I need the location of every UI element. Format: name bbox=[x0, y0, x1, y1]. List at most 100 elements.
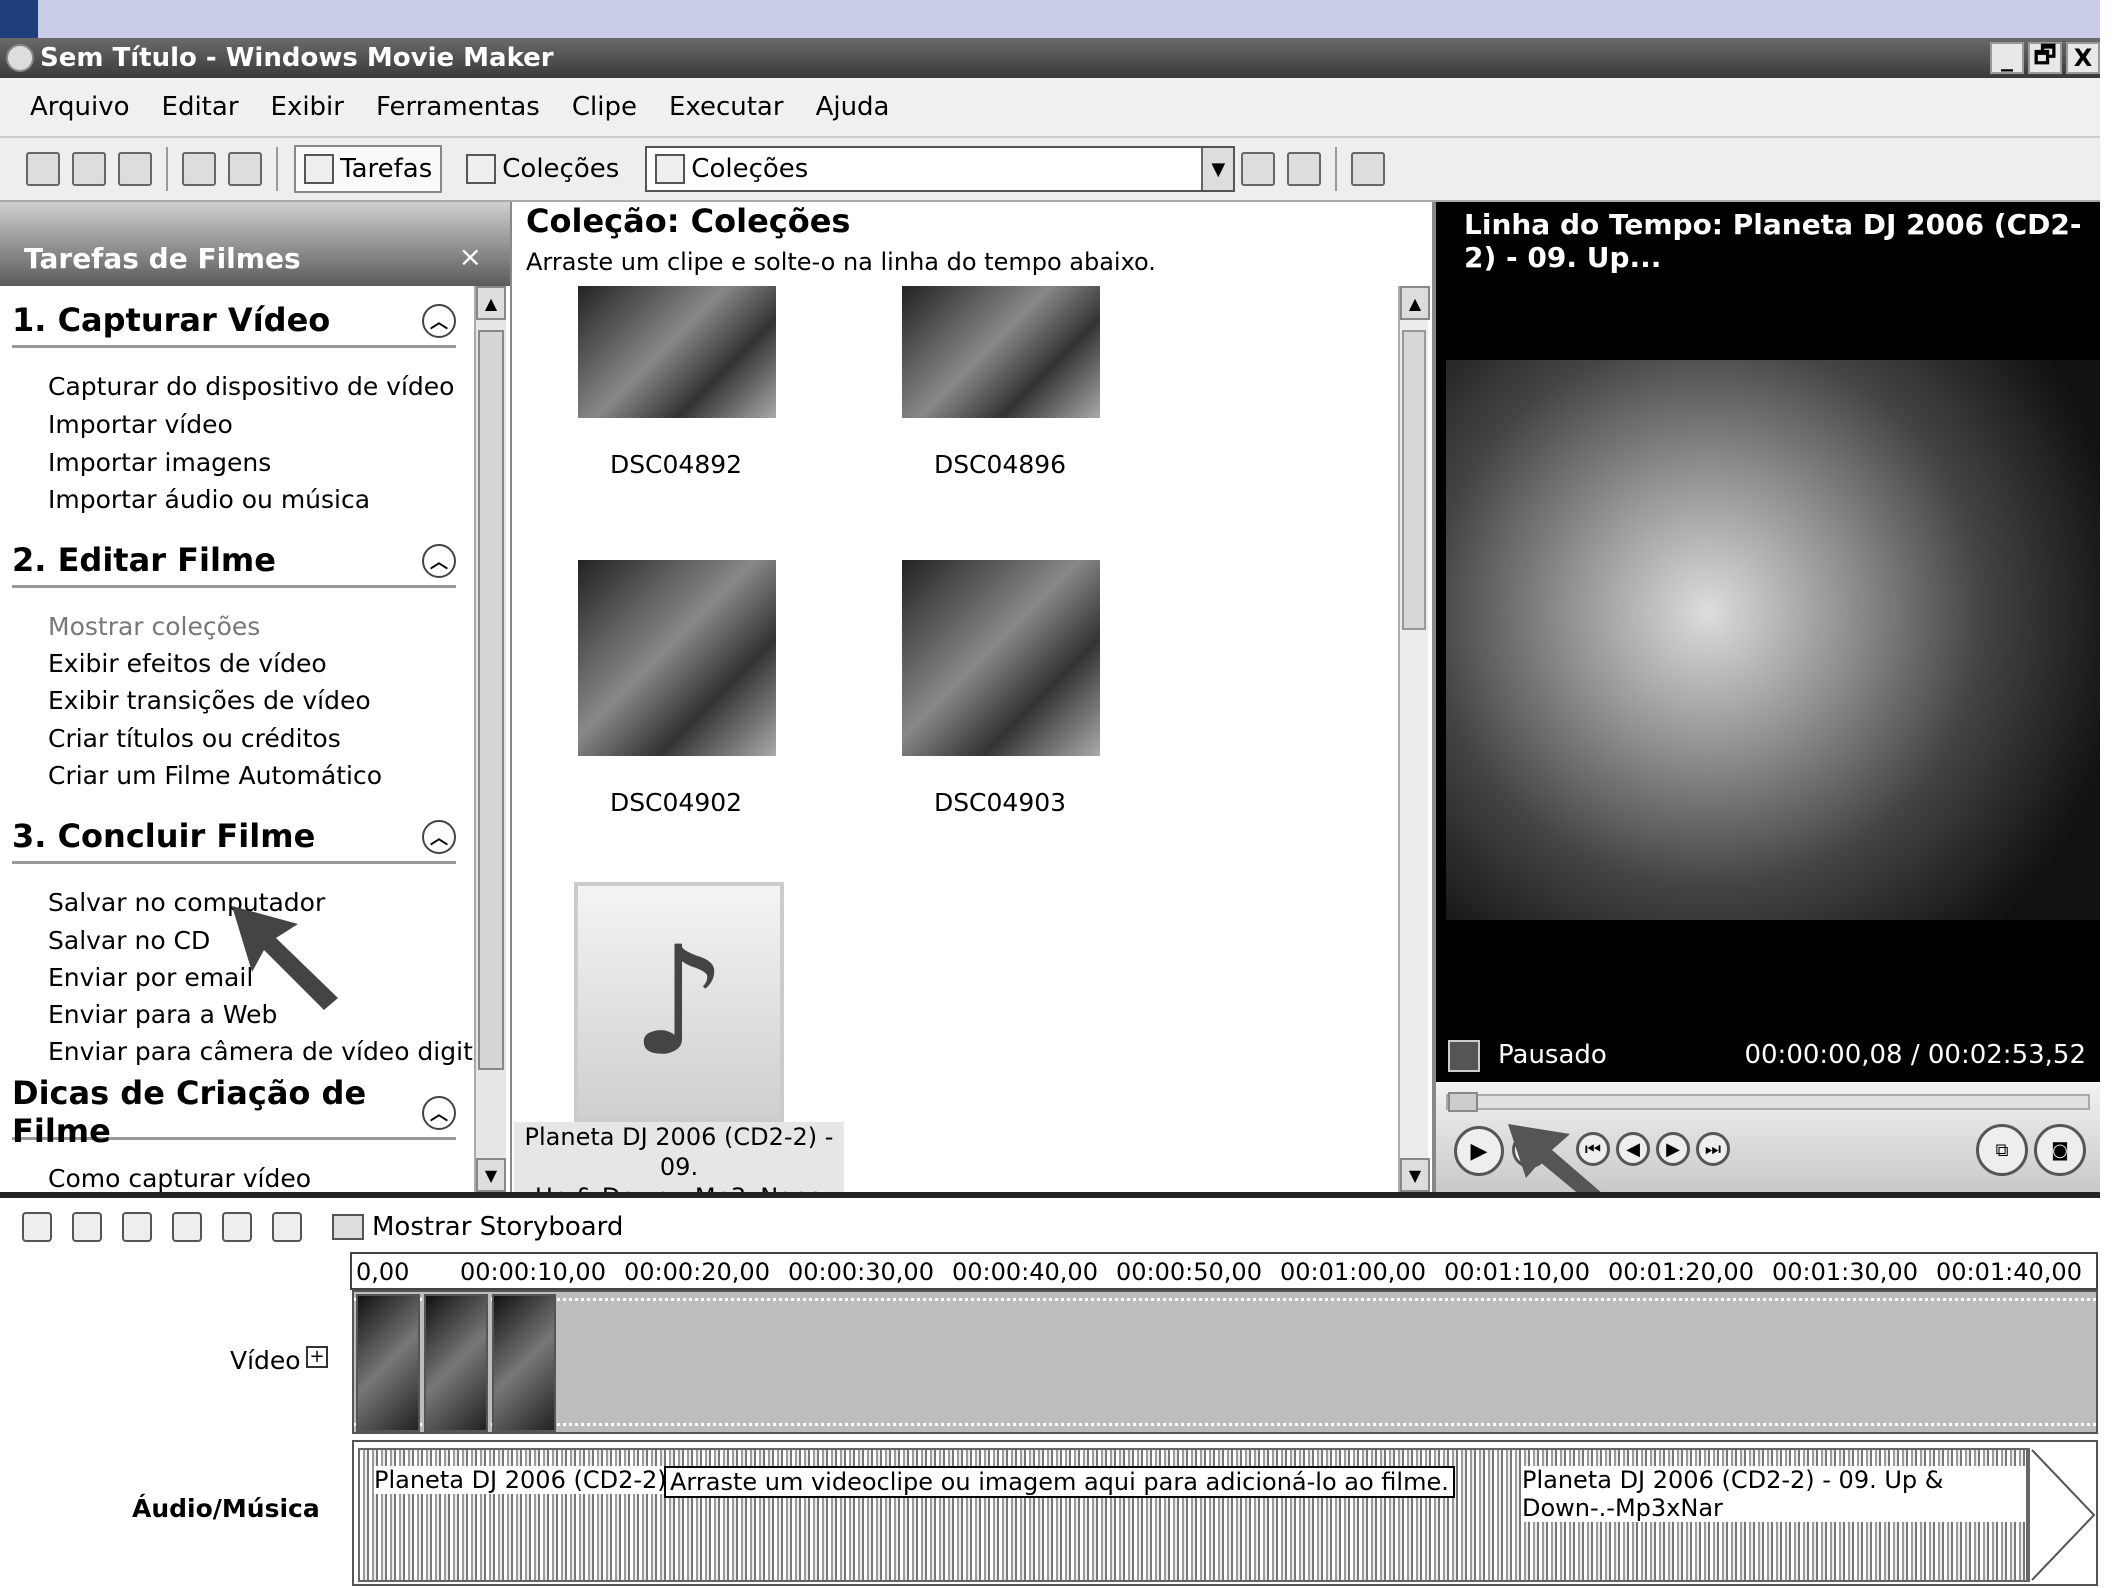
tasks-button[interactable]: Tarefas bbox=[294, 145, 443, 193]
toolbar-separator bbox=[166, 147, 168, 191]
scroll-down-icon[interactable]: ▼ bbox=[1400, 1158, 1430, 1192]
close-button[interactable]: X bbox=[2066, 42, 2100, 74]
collections-combo[interactable]: Coleções ▼ bbox=[645, 146, 1236, 192]
play-timeline-icon[interactable] bbox=[272, 1212, 302, 1242]
menu-executar[interactable]: Executar bbox=[669, 92, 784, 122]
preview-monitor: Linha do Tempo: Planeta DJ 2006 (CD2-2) … bbox=[1432, 202, 2100, 1210]
playback-time: 00:00:00,08 / 00:02:53,52 bbox=[1744, 1040, 2086, 1070]
minimize-button[interactable]: _ bbox=[1990, 42, 2024, 74]
collection-scrollbar[interactable]: ▲ ▼ bbox=[1398, 286, 1430, 1192]
scroll-up-icon[interactable]: ▲ bbox=[476, 286, 506, 320]
zoom-out-icon[interactable] bbox=[172, 1212, 202, 1242]
split-clip-icon[interactable]: ⧉ bbox=[1976, 1124, 2028, 1176]
collection-title: Coleção: Coleções bbox=[526, 202, 851, 240]
collections-button[interactable]: Coleções bbox=[458, 145, 627, 193]
task-capture-device[interactable]: Capturar do dispositivo de vídeo bbox=[48, 372, 454, 401]
video-clip[interactable] bbox=[492, 1294, 556, 1432]
section-capture-heading[interactable]: 1. Capturar Vídeo ︿ bbox=[12, 294, 456, 348]
up-level-icon[interactable] bbox=[1241, 152, 1276, 186]
video-track-label: Vídeo bbox=[230, 1346, 301, 1375]
music-note-icon[interactable]: ♪ bbox=[574, 882, 784, 1122]
step-forward-icon[interactable]: ▶ bbox=[1656, 1132, 1690, 1166]
track-dotted-border bbox=[354, 1298, 2096, 1301]
new-project-icon[interactable] bbox=[26, 152, 60, 186]
clip-thumbnail[interactable] bbox=[578, 560, 776, 756]
zoom-in-icon[interactable] bbox=[122, 1212, 152, 1242]
playback-status: Pausado bbox=[1498, 1040, 1607, 1070]
next-frame-icon[interactable]: ⏭ bbox=[1696, 1132, 1730, 1166]
music-clip-label[interactable]: Planeta DJ 2006 (CD2-2) - 09. Up & Down-… bbox=[514, 1122, 844, 1192]
clip-label[interactable]: DSC04903 bbox=[870, 788, 1130, 817]
scroll-up-icon[interactable]: ▲ bbox=[1400, 286, 1430, 320]
clip-thumbnail[interactable] bbox=[902, 286, 1100, 418]
ruler-tick: 00:00:20,00 bbox=[624, 1258, 770, 1286]
menu-clipe[interactable]: Clipe bbox=[572, 92, 637, 122]
menu-exibir[interactable]: Exibir bbox=[271, 92, 344, 122]
collapse-icon[interactable]: ︿ bbox=[422, 544, 456, 578]
collapse-icon[interactable]: ︿ bbox=[422, 1096, 456, 1130]
video-track[interactable] bbox=[352, 1290, 2098, 1434]
collapse-icon[interactable]: ︿ bbox=[422, 820, 456, 854]
scrollbar-thumb[interactable] bbox=[1402, 330, 1426, 630]
open-project-icon[interactable] bbox=[72, 152, 106, 186]
save-project-icon[interactable] bbox=[118, 152, 152, 186]
clip-thumbnail[interactable] bbox=[578, 286, 776, 418]
audio-track-label: Áudio/Música bbox=[132, 1494, 320, 1523]
task-save-cd[interactable]: Salvar no CD bbox=[48, 926, 210, 955]
audio-clip-waveform[interactable]: Planeta DJ 2006 (CD2-2) - 09 Planeta DJ … bbox=[358, 1448, 2028, 1582]
task-import-images[interactable]: Importar imagens bbox=[48, 448, 271, 477]
preview-title: Linha do Tempo: Planeta DJ 2006 (CD2-2) … bbox=[1464, 208, 2082, 274]
show-storyboard-label: Mostrar Storyboard bbox=[372, 1212, 624, 1242]
corner-box bbox=[0, 0, 38, 38]
clip-label[interactable]: DSC04896 bbox=[870, 450, 1130, 479]
clip-label[interactable]: DSC04892 bbox=[546, 450, 806, 479]
menu-ajuda[interactable]: Ajuda bbox=[816, 92, 890, 122]
expand-icon[interactable]: + bbox=[306, 1346, 328, 1368]
task-send-dv-camera[interactable]: Enviar para câmera de vídeo digital bbox=[48, 1037, 495, 1066]
menu-editar[interactable]: Editar bbox=[162, 92, 239, 122]
task-send-email[interactable]: Enviar por email bbox=[48, 963, 253, 992]
clip-label[interactable]: DSC04902 bbox=[546, 788, 806, 817]
ruler-tick: 00:01:30,00 bbox=[1772, 1258, 1918, 1286]
task-import-audio[interactable]: Importar áudio ou música bbox=[48, 485, 370, 514]
section-edit-heading[interactable]: 2. Editar Filme ︿ bbox=[12, 534, 456, 588]
chevron-down-icon[interactable]: ▼ bbox=[1201, 148, 1234, 190]
scroll-down-icon[interactable]: ▼ bbox=[476, 1158, 506, 1192]
task-titles-credits[interactable]: Criar títulos ou créditos bbox=[48, 724, 341, 753]
storyboard-icon bbox=[332, 1214, 364, 1240]
task-video-transitions[interactable]: Exibir transições de vídeo bbox=[48, 686, 371, 715]
task-import-video[interactable]: Importar vídeo bbox=[48, 410, 233, 439]
clip-thumbnail[interactable] bbox=[902, 560, 1100, 756]
seek-bar[interactable] bbox=[1446, 1092, 2090, 1112]
video-clip[interactable] bbox=[424, 1294, 488, 1432]
step-back-icon[interactable]: ◀ bbox=[1616, 1132, 1650, 1166]
collapse-icon[interactable]: ︿ bbox=[422, 304, 456, 338]
section-finish-heading[interactable]: 3. Concluir Filme ︿ bbox=[12, 810, 456, 864]
set-audio-levels-icon[interactable] bbox=[22, 1212, 52, 1242]
task-how-capture[interactable]: Como capturar vídeo bbox=[48, 1164, 311, 1192]
menu-ferramentas[interactable]: Ferramentas bbox=[376, 92, 540, 122]
snapshot-camera-icon[interactable]: ◙ bbox=[2034, 1124, 2086, 1176]
new-collection-icon[interactable] bbox=[1287, 152, 1322, 186]
task-automovie[interactable]: Criar um Filme Automático bbox=[48, 761, 382, 790]
narrate-microphone-icon[interactable] bbox=[72, 1212, 102, 1242]
scrollbar-thumb[interactable] bbox=[478, 330, 504, 1070]
undo-icon[interactable] bbox=[182, 152, 216, 186]
tasks-scrollbar[interactable]: ▲ ▼ bbox=[474, 286, 506, 1192]
rewind-timeline-icon[interactable] bbox=[222, 1212, 252, 1242]
close-icon[interactable]: × bbox=[459, 240, 482, 273]
views-icon[interactable] bbox=[1351, 152, 1386, 186]
collections-label: Coleções bbox=[502, 154, 620, 184]
menu-arquivo[interactable]: Arquivo bbox=[30, 92, 130, 122]
task-video-effects[interactable]: Exibir efeitos de vídeo bbox=[48, 649, 327, 678]
audio-track[interactable]: Planeta DJ 2006 (CD2-2) - 09 Planeta DJ … bbox=[352, 1440, 2098, 1586]
redo-icon[interactable] bbox=[228, 152, 262, 186]
play-icon[interactable]: ▶ bbox=[1454, 1126, 1504, 1176]
timeline-ruler[interactable]: 0,00 00:00:10,00 00:00:20,00 00:00:30,00… bbox=[350, 1252, 2098, 1290]
section-tips-heading[interactable]: Dicas de Criação de Filme ︿ bbox=[12, 1074, 456, 1150]
show-storyboard-button[interactable]: Mostrar Storyboard bbox=[332, 1212, 623, 1242]
video-clip[interactable] bbox=[356, 1294, 420, 1432]
seek-knob[interactable] bbox=[1448, 1092, 1478, 1112]
fullscreen-icon[interactable] bbox=[1448, 1040, 1480, 1072]
restore-button[interactable]: 🗗 bbox=[2028, 41, 2062, 74]
